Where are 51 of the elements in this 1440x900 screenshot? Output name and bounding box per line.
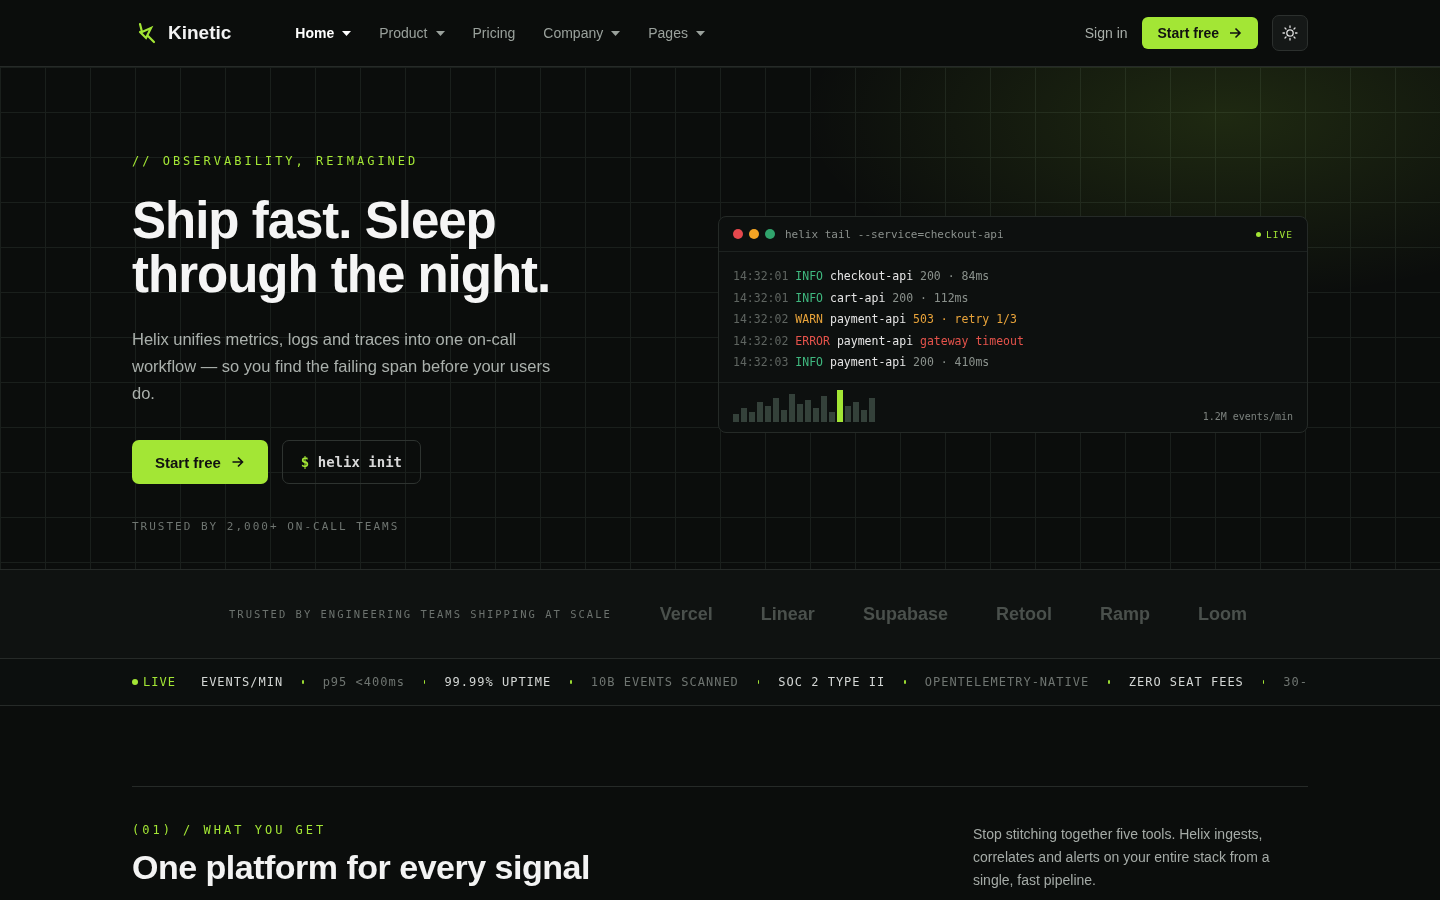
nav-link[interactable]: Pricing (458, 19, 530, 47)
nav-link[interactable]: Company (529, 19, 635, 47)
company-logo: Linear (760, 603, 815, 625)
separator-dot-icon (423, 680, 426, 684)
ticker-item: SOC 2 TYPE II (778, 675, 886, 689)
start-free-button[interactable]: Start free (1141, 17, 1258, 49)
arrow-right-icon (230, 456, 245, 468)
section-eyebrow: (01) / WHAT YOU GET (132, 823, 328, 837)
nav-link[interactable]: Pages (634, 19, 719, 47)
ticker-item: 30- (1283, 675, 1309, 689)
event-rate: 1.2M events/min (1202, 411, 1293, 422)
arrow-right-icon (1229, 27, 1242, 39)
window-controls-icon (733, 229, 775, 239)
company-logo: Ramp (1099, 603, 1150, 625)
company-logo: Retool (995, 603, 1052, 625)
section-title: One platform for every signal (132, 847, 590, 887)
terminal-command: helix tail --service=checkout-api (785, 227, 1004, 241)
logos-label: TRUSTED BY ENGINEERING TEAMS SHIPPING AT SCALE (229, 608, 612, 620)
nav-link[interactable]: Home (281, 19, 366, 47)
command-button[interactable]: $ helix init (281, 440, 421, 484)
hero-title-line: Ship fast. Sleep (132, 194, 496, 248)
sign-in-link[interactable]: Sign in (1084, 25, 1128, 41)
sun-icon (1282, 25, 1298, 41)
log-line: 14:32:01 INFO checkout-api 200 · 84ms (733, 268, 991, 285)
ticker-item: 10B EVENTS SCANNED (590, 675, 739, 689)
logo-icon (136, 22, 156, 44)
ticker-item: OPENTELEMETRY-NATIVE (924, 675, 1090, 689)
start-free-button[interactable]: Start free (132, 440, 268, 484)
ticker-item: 99.99% UPTIME (444, 675, 552, 689)
theme-toggle-button[interactable] (1272, 15, 1308, 51)
company-logo: Vercel (659, 603, 713, 625)
log-line: 14:32:02 WARN payment-api 503 · retry 1/3 (733, 311, 1018, 328)
nav-link[interactable]: Product (365, 19, 459, 47)
log-line: 14:32:03 INFO payment-api 200 · 410ms (733, 354, 991, 371)
trust-note: TRUSTED BY 2,000+ ON-CALL TEAMS (132, 520, 401, 533)
ticker-item: p95 <400ms (322, 675, 405, 689)
eyebrow: // OBSERVABILITY, REIMAGINED (132, 154, 420, 168)
section-lead: Stop stitching together five tools. Helix ingests, correlates and alerts on your entire stack from a single, fast pipeline. (973, 825, 1271, 890)
separator-dot-icon (757, 680, 760, 684)
company-logo: Supabase (862, 603, 948, 625)
separator-dot-icon (1262, 680, 1265, 684)
ticker-item: ZERO SEAT FEES (1128, 675, 1244, 689)
ticker-item: EVENTS/MIN (200, 675, 284, 689)
log-line: 14:32:02 ERROR payment-api gateway timeout (733, 332, 1025, 350)
live-badge: LIVE (132, 675, 176, 689)
log-line: 14:32:01 INFO cart-api 200 · 112ms (733, 289, 970, 307)
brand-name: Kinetic (168, 22, 232, 44)
hero-title-line: through the night. (132, 248, 551, 302)
company-logo: Loom (1197, 603, 1247, 625)
hero-lead: Helix unifies metrics, logs and traces into one on-call workflow — so you find the failing span before your users do. (132, 329, 552, 404)
live-badge: LIVE (1256, 228, 1293, 240)
